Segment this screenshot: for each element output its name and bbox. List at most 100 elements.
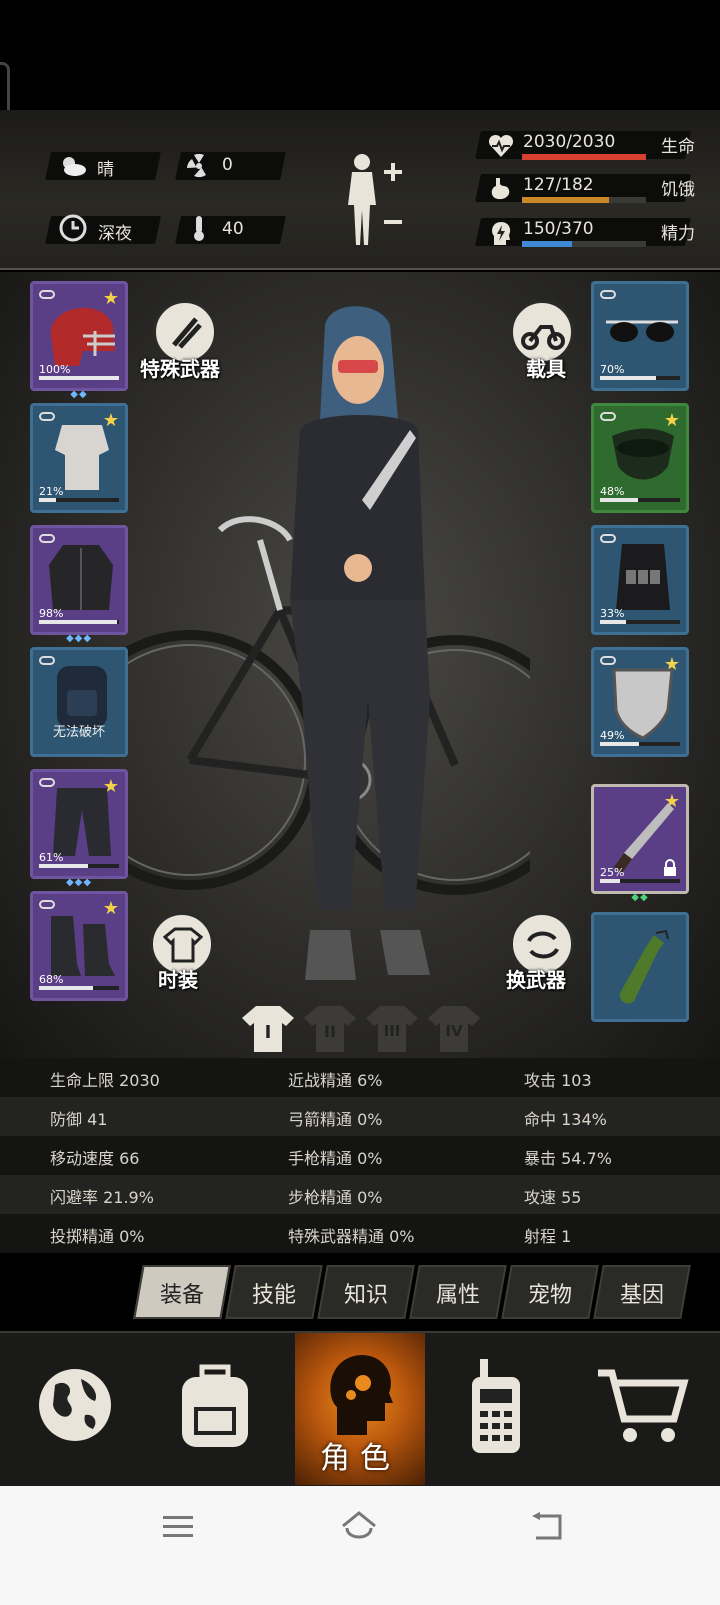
weather-text: 晴 [97, 160, 114, 180]
slot-durability-text: 21% [39, 485, 64, 498]
gem-sockets: ◆◆◆ [65, 633, 93, 644]
backpack-slot[interactable]: 无法破坏 [30, 647, 128, 757]
stat-text: 暴击 54.7% [524, 1149, 612, 1168]
slot-durability-text: 68% [39, 973, 64, 986]
outfit-tab-3[interactable]: III [364, 1004, 420, 1054]
health-text: 2030/2030 [523, 132, 616, 152]
outfit-tab-1[interactable]: I [240, 1004, 296, 1054]
pants-slot[interactable]: ★ 61% ◆◆◆ [30, 769, 128, 888]
durability-bar [39, 498, 119, 502]
back-icon[interactable] [530, 1512, 566, 1542]
slot-durability-text: 25% [600, 866, 625, 879]
slot-durability-text: 98% [39, 607, 64, 620]
link-icon [600, 412, 616, 421]
gem-sockets: ◆◆◆ [65, 877, 93, 888]
crossed-tools-icon [172, 317, 202, 349]
shirt-icon [55, 425, 109, 490]
energy-bar [522, 241, 646, 247]
walkie-talkie-icon [472, 1359, 520, 1453]
nav-shop-button[interactable] [580, 1335, 710, 1483]
boots-slot[interactable]: ★ 68% [30, 891, 128, 1001]
boots-icon [51, 916, 115, 976]
nav-character-button[interactable]: 角色 [295, 1333, 425, 1485]
lock-icon [664, 859, 676, 876]
glasses-slot[interactable]: 70% [591, 281, 689, 391]
slot-durability-text: 70% [600, 363, 625, 376]
helmet-slot[interactable]: ★ 100% ◆◆ [30, 281, 128, 400]
stat-text: 特殊武器精通 0% [288, 1227, 415, 1246]
nav-world-button[interactable] [10, 1335, 140, 1483]
mask-slot[interactable]: ★ 48% [591, 403, 689, 513]
shirt-slot[interactable]: ★ 21% [30, 403, 128, 513]
shopping-cart-icon [598, 1369, 689, 1442]
hunger-text: 127/182 [523, 175, 594, 195]
stat-text: 手枪精通 0% [288, 1149, 383, 1168]
energy-text: 150/370 [523, 219, 594, 239]
radiation-value: 0 [222, 155, 233, 175]
temperature-value: 40 [222, 219, 244, 239]
health-bar [522, 154, 646, 160]
shield-slot[interactable]: ★ 49% [591, 647, 689, 757]
body-status-icon[interactable] [338, 150, 408, 250]
stat-text: 闪避率 21.9% [50, 1188, 154, 1207]
stat-text: 攻速 55 [524, 1188, 582, 1207]
outfit-tab-2[interactable]: II [302, 1004, 358, 1054]
vest-slot[interactable]: 33% [591, 525, 689, 635]
durability-bar [600, 498, 680, 502]
slot-durability-text: 61% [39, 851, 64, 864]
stat-text: 近战精通 6% [288, 1071, 383, 1090]
home-icon[interactable] [339, 1510, 379, 1544]
stat-text: 命中 134% [524, 1110, 607, 1129]
heart-icon [488, 134, 514, 157]
durability-bar [39, 864, 119, 868]
tab-attributes-label: 属性 [435, 1283, 480, 1308]
outfit-tab-label: I [264, 1022, 272, 1043]
durability-bar [600, 620, 680, 624]
nav-inventory-button[interactable] [150, 1335, 280, 1483]
jacket-slot[interactable]: 98% ◆◆◆ [30, 525, 128, 644]
durability-bar [600, 742, 680, 746]
molotov-icon [619, 929, 669, 1004]
outfit-tab-label: III [383, 1022, 401, 1040]
stat-text: 生命上限 2030 [50, 1071, 160, 1090]
melee-weapon-slot[interactable]: ★ 25% ◆◆ [591, 784, 689, 903]
slot-durability-text: 33% [600, 607, 625, 620]
stomach-icon [491, 178, 510, 200]
status-bar [0, 0, 720, 110]
recent-apps-icon[interactable] [163, 1514, 193, 1540]
stats-row: 防御 41 弓箭精通 0% 命中 134% [0, 1097, 720, 1136]
stat-text: 攻击 103 [524, 1071, 592, 1090]
tab-knowledge-label: 知识 [343, 1283, 388, 1308]
time-of-day-text: 深夜 [98, 224, 132, 244]
character-figure [290, 306, 430, 980]
motorcycle-icon [521, 325, 565, 350]
outfit-tab-4[interactable]: IV [426, 1004, 482, 1054]
jacket-icon [49, 545, 113, 610]
tab-equipment-label: 装备 [159, 1283, 204, 1308]
hunger-bar [522, 197, 646, 203]
pants-icon [53, 788, 111, 856]
stat-text: 弓箭精通 0% [288, 1110, 383, 1129]
football-helmet-icon [50, 307, 115, 366]
energy-label: 精力 [661, 224, 695, 244]
link-icon [600, 290, 616, 299]
indestructible-text: 无法破坏 [52, 725, 105, 740]
throwable-slot[interactable] [591, 912, 689, 1022]
system-nav-bar [0, 1486, 720, 1605]
tactical-mask-icon [612, 428, 674, 480]
backpack-nav-icon [182, 1364, 248, 1447]
durability-bar [600, 376, 680, 380]
globe-icon [39, 1369, 111, 1441]
tab-genes-label: 基因 [619, 1283, 664, 1308]
gem-sockets: ◆◆ [631, 892, 649, 903]
nav-radio-button[interactable] [430, 1335, 560, 1483]
slot-durability-text: 48% [600, 485, 625, 498]
stat-text: 射程 1 [524, 1227, 572, 1246]
stats-row: 投掷精通 0% 特殊武器精通 0% 射程 1 [0, 1214, 720, 1253]
durability-bar [39, 986, 119, 990]
link-icon [39, 900, 55, 909]
sunglasses-icon [606, 320, 678, 342]
swap-weapon-label: 换武器 [506, 968, 566, 992]
radiation-icon [187, 153, 206, 178]
special-weapon-label: 特殊武器 [140, 357, 220, 381]
